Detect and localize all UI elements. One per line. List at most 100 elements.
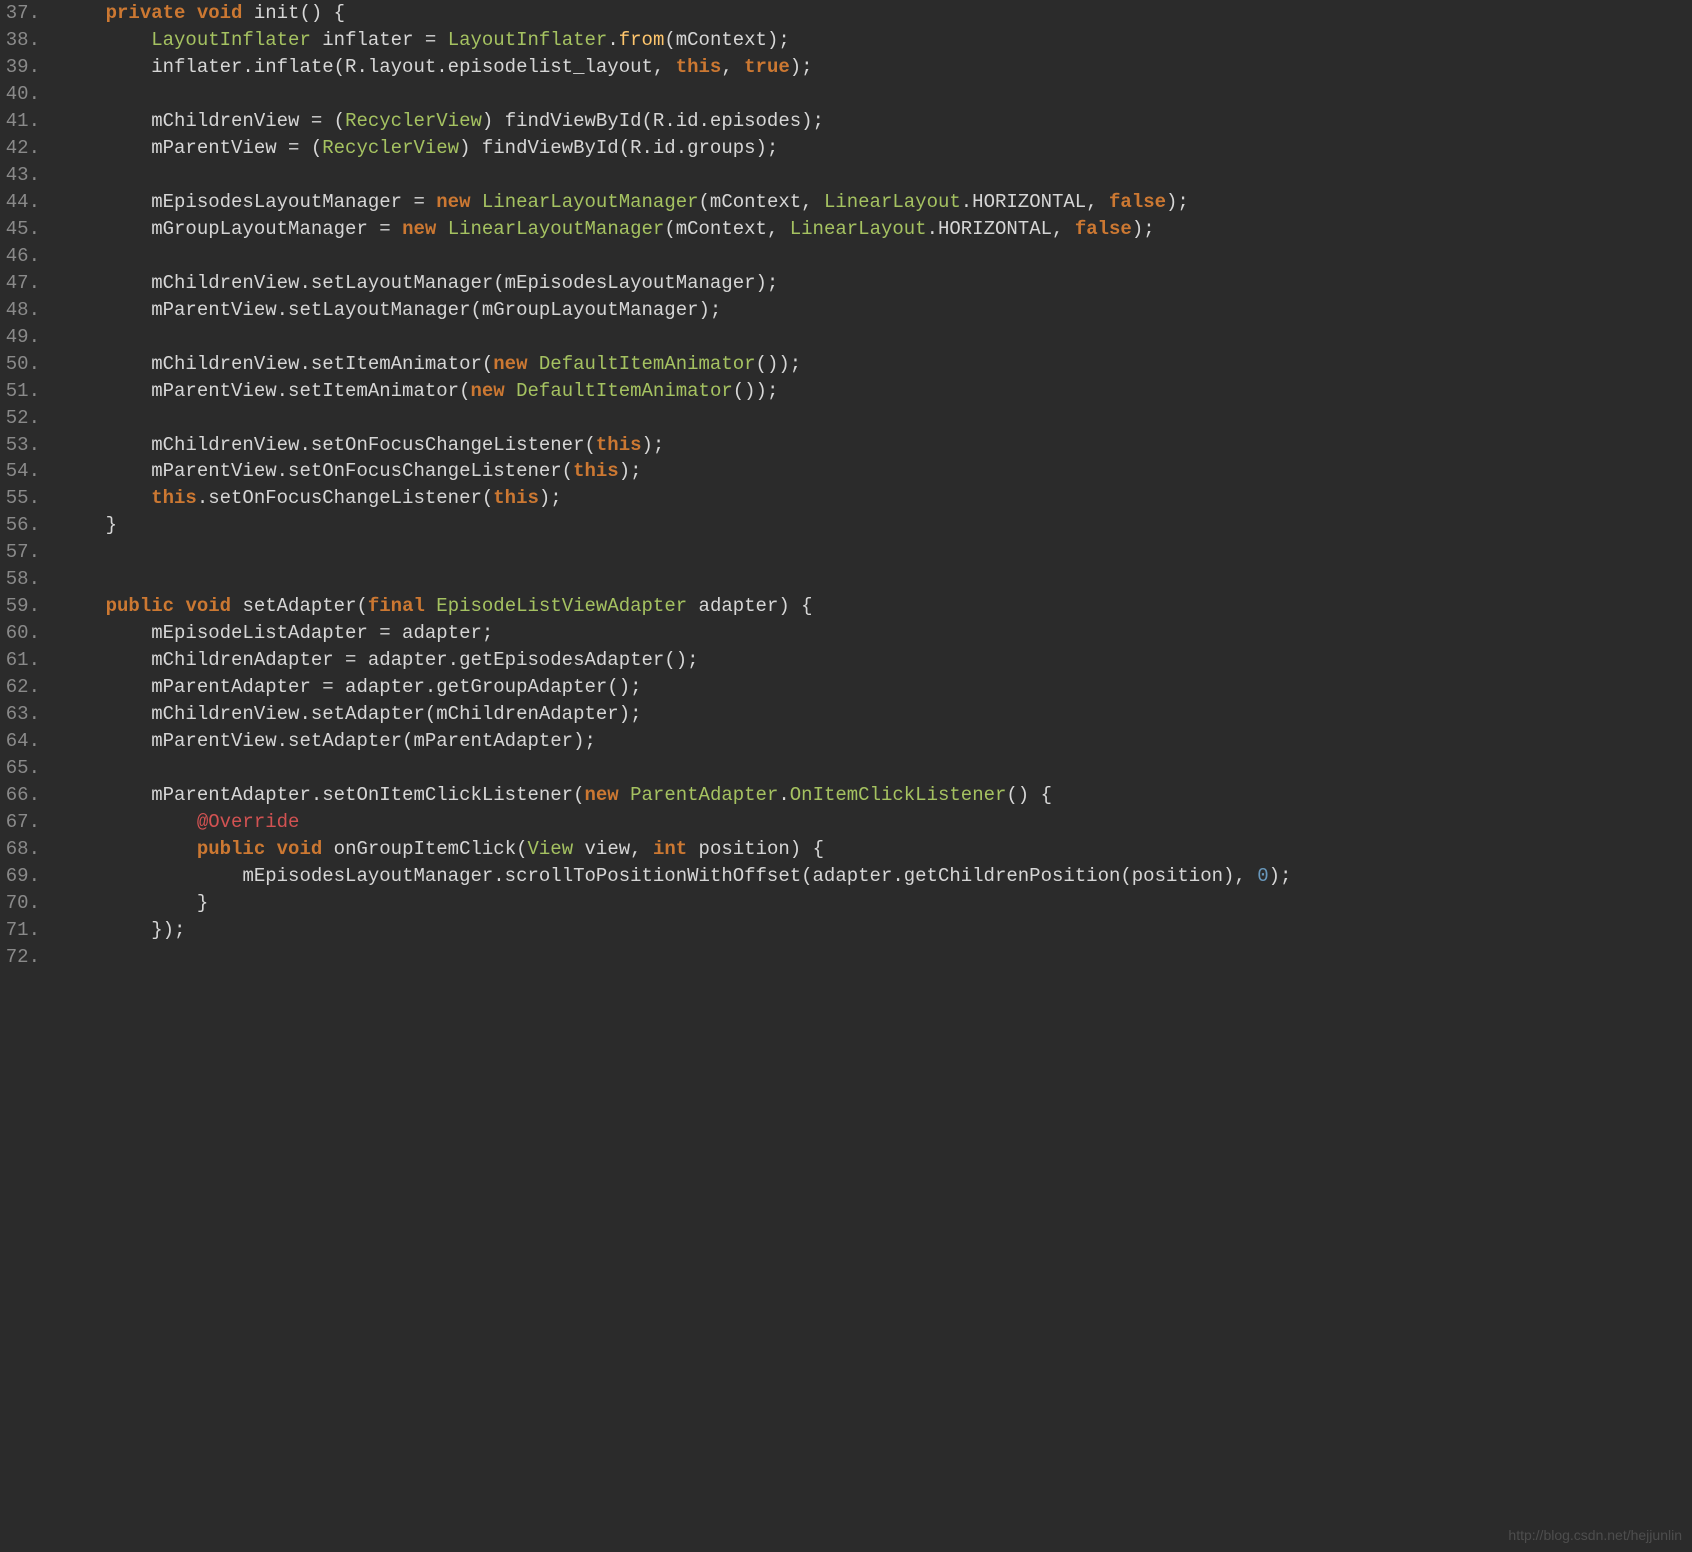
token-id: [528, 353, 539, 375]
code-line[interactable]: [60, 162, 1686, 189]
token-typ: LinearLayout: [824, 191, 961, 213]
code-line[interactable]: mEpisodesLayoutManager.scrollToPositionW…: [60, 863, 1686, 890]
code-line[interactable]: [60, 243, 1686, 270]
code-line[interactable]: mChildrenView = (RecyclerView) findViewB…: [60, 108, 1686, 135]
code-line[interactable]: public void setAdapter(final EpisodeList…: [60, 593, 1686, 620]
code-line[interactable]: });: [60, 917, 1686, 944]
code-editor[interactable]: 37.38.39.40.41.42.43.44.45.46.47.48.49.5…: [0, 0, 1692, 1552]
code-line[interactable]: mEpisodeListAdapter = adapter;: [60, 620, 1686, 647]
line-number: 49.: [4, 324, 40, 351]
code-line[interactable]: [60, 566, 1686, 593]
token-id: adapter) {: [687, 595, 812, 617]
token-id: );: [539, 487, 562, 509]
token-id: mEpisodeListAdapter = adapter;: [60, 622, 493, 644]
token-id: [619, 784, 630, 806]
token-id: );: [1132, 218, 1155, 240]
token-id: });: [60, 919, 185, 941]
code-line[interactable]: mParentView.setLayoutManager(mGroupLayou…: [60, 297, 1686, 324]
token-typ: LayoutInflater: [151, 29, 311, 51]
token-id: [505, 380, 516, 402]
line-number: 60.: [4, 620, 40, 647]
token-id: mParentView.setItemAnimator(: [60, 380, 470, 402]
code-line[interactable]: [60, 539, 1686, 566]
line-number: 38.: [4, 27, 40, 54]
code-line[interactable]: public void onGroupItemClick(View view, …: [60, 836, 1686, 863]
line-number: 37.: [4, 0, 40, 27]
token-id: () {: [1006, 784, 1052, 806]
watermark-text: http://blog.csdn.net/hejjunlin: [1508, 1526, 1682, 1546]
token-id: position) {: [687, 838, 824, 860]
line-number: 54.: [4, 458, 40, 485]
token-id: }: [60, 892, 208, 914]
code-line[interactable]: mParentAdapter = adapter.getGroupAdapter…: [60, 674, 1686, 701]
line-number: 48.: [4, 297, 40, 324]
token-kw: true: [744, 56, 790, 78]
token-typ: RecyclerView: [322, 137, 459, 159]
token-typ: RecyclerView: [345, 110, 482, 132]
line-number: 70.: [4, 890, 40, 917]
code-line[interactable]: mParentAdapter.setOnItemClickListener(ne…: [60, 782, 1686, 809]
token-kw: new: [402, 218, 436, 240]
code-line[interactable]: mChildrenView.setLayoutManager(mEpisodes…: [60, 270, 1686, 297]
token-id: .HORIZONTAL,: [927, 218, 1075, 240]
token-ann: @Override: [197, 811, 300, 833]
code-line[interactable]: [60, 755, 1686, 782]
token-id: [60, 2, 106, 24]
token-id: ) findViewById(R.id.groups);: [459, 137, 778, 159]
token-kw: this: [573, 460, 619, 482]
code-line[interactable]: private void init() {: [60, 0, 1686, 27]
code-line[interactable]: mChildrenView.setItemAnimator(new Defaul…: [60, 351, 1686, 378]
code-line[interactable]: @Override: [60, 809, 1686, 836]
code-area[interactable]: private void init() { LayoutInflater inf…: [48, 0, 1692, 1552]
line-number: 43.: [4, 162, 40, 189]
code-line[interactable]: [60, 81, 1686, 108]
token-id: (mContext,: [699, 191, 824, 213]
token-id: [60, 595, 106, 617]
line-number: 67.: [4, 809, 40, 836]
token-typ: OnItemClickListener: [790, 784, 1007, 806]
code-line[interactable]: mChildrenView.setAdapter(mChildrenAdapte…: [60, 701, 1686, 728]
code-line[interactable]: mChildrenAdapter = adapter.getEpisodesAd…: [60, 647, 1686, 674]
code-line[interactable]: mParentView.setItemAnimator(new DefaultI…: [60, 378, 1686, 405]
line-number: 68.: [4, 836, 40, 863]
code-line[interactable]: }: [60, 512, 1686, 539]
line-number: 51.: [4, 378, 40, 405]
token-kw: new: [585, 784, 619, 806]
code-line[interactable]: inflater.inflate(R.layout.episodelist_la…: [60, 54, 1686, 81]
token-id: .setOnFocusChangeListener(: [197, 487, 493, 509]
code-line[interactable]: [60, 324, 1686, 351]
code-line[interactable]: mGroupLayoutManager = new LinearLayoutMa…: [60, 216, 1686, 243]
line-number: 44.: [4, 189, 40, 216]
token-kw: false: [1075, 218, 1132, 240]
code-line[interactable]: mChildrenView.setOnFocusChangeListener(t…: [60, 432, 1686, 459]
token-kw: this: [596, 434, 642, 456]
token-id: mChildrenAdapter = adapter.getEpisodesAd…: [60, 649, 699, 671]
token-id: .: [778, 784, 789, 806]
code-line[interactable]: mParentView = (RecyclerView) findViewByI…: [60, 135, 1686, 162]
code-line[interactable]: mParentView.setOnFocusChangeListener(thi…: [60, 458, 1686, 485]
code-line[interactable]: [60, 405, 1686, 432]
code-line[interactable]: mParentView.setAdapter(mParentAdapter);: [60, 728, 1686, 755]
token-typ: DefaultItemAnimator: [539, 353, 756, 375]
token-id: mChildrenView.setAdapter(mChildrenAdapte…: [60, 703, 642, 725]
token-id: mChildrenView.setLayoutManager(mEpisodes…: [60, 272, 778, 294]
token-id: onGroupItemClick(: [322, 838, 527, 860]
token-id: mChildrenView = (: [60, 110, 345, 132]
line-number: 52.: [4, 405, 40, 432]
code-line[interactable]: }: [60, 890, 1686, 917]
line-number: 71.: [4, 917, 40, 944]
token-id: [60, 487, 151, 509]
code-line[interactable]: mEpisodesLayoutManager = new LinearLayou…: [60, 189, 1686, 216]
token-id: ,: [721, 56, 744, 78]
token-kw: this: [493, 487, 539, 509]
token-kw: int: [653, 838, 687, 860]
line-number: 65.: [4, 755, 40, 782]
token-id: [185, 2, 196, 24]
line-number: 59.: [4, 593, 40, 620]
line-number: 62.: [4, 674, 40, 701]
token-id: inflater.inflate(R.layout.episodelist_la…: [60, 56, 676, 78]
code-line[interactable]: LayoutInflater inflater = LayoutInflater…: [60, 27, 1686, 54]
code-line[interactable]: [60, 944, 1686, 971]
code-line[interactable]: this.setOnFocusChangeListener(this);: [60, 485, 1686, 512]
token-id: );: [1269, 865, 1292, 887]
